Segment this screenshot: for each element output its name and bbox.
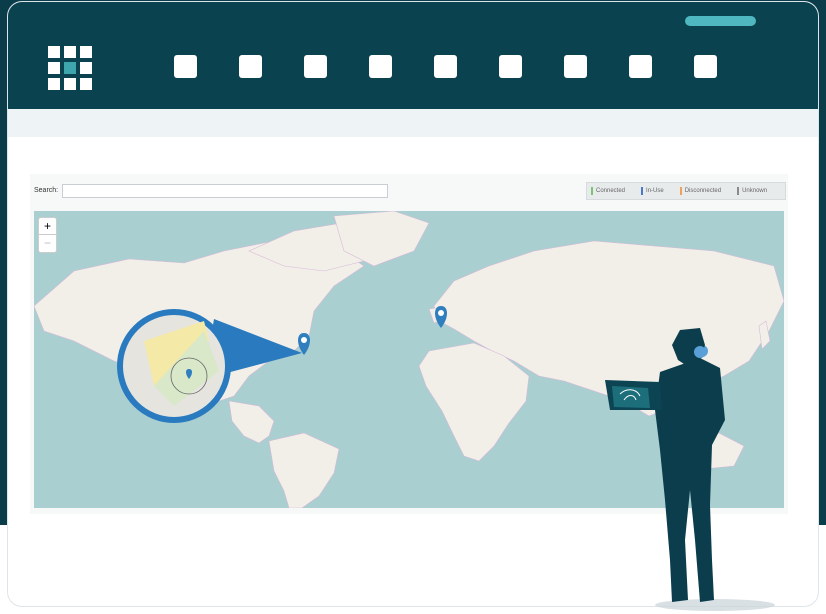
person-with-laptop-illustration [605,328,775,611]
app-frame: Search: Connected In-Use Disconnected Un… [0,0,826,614]
